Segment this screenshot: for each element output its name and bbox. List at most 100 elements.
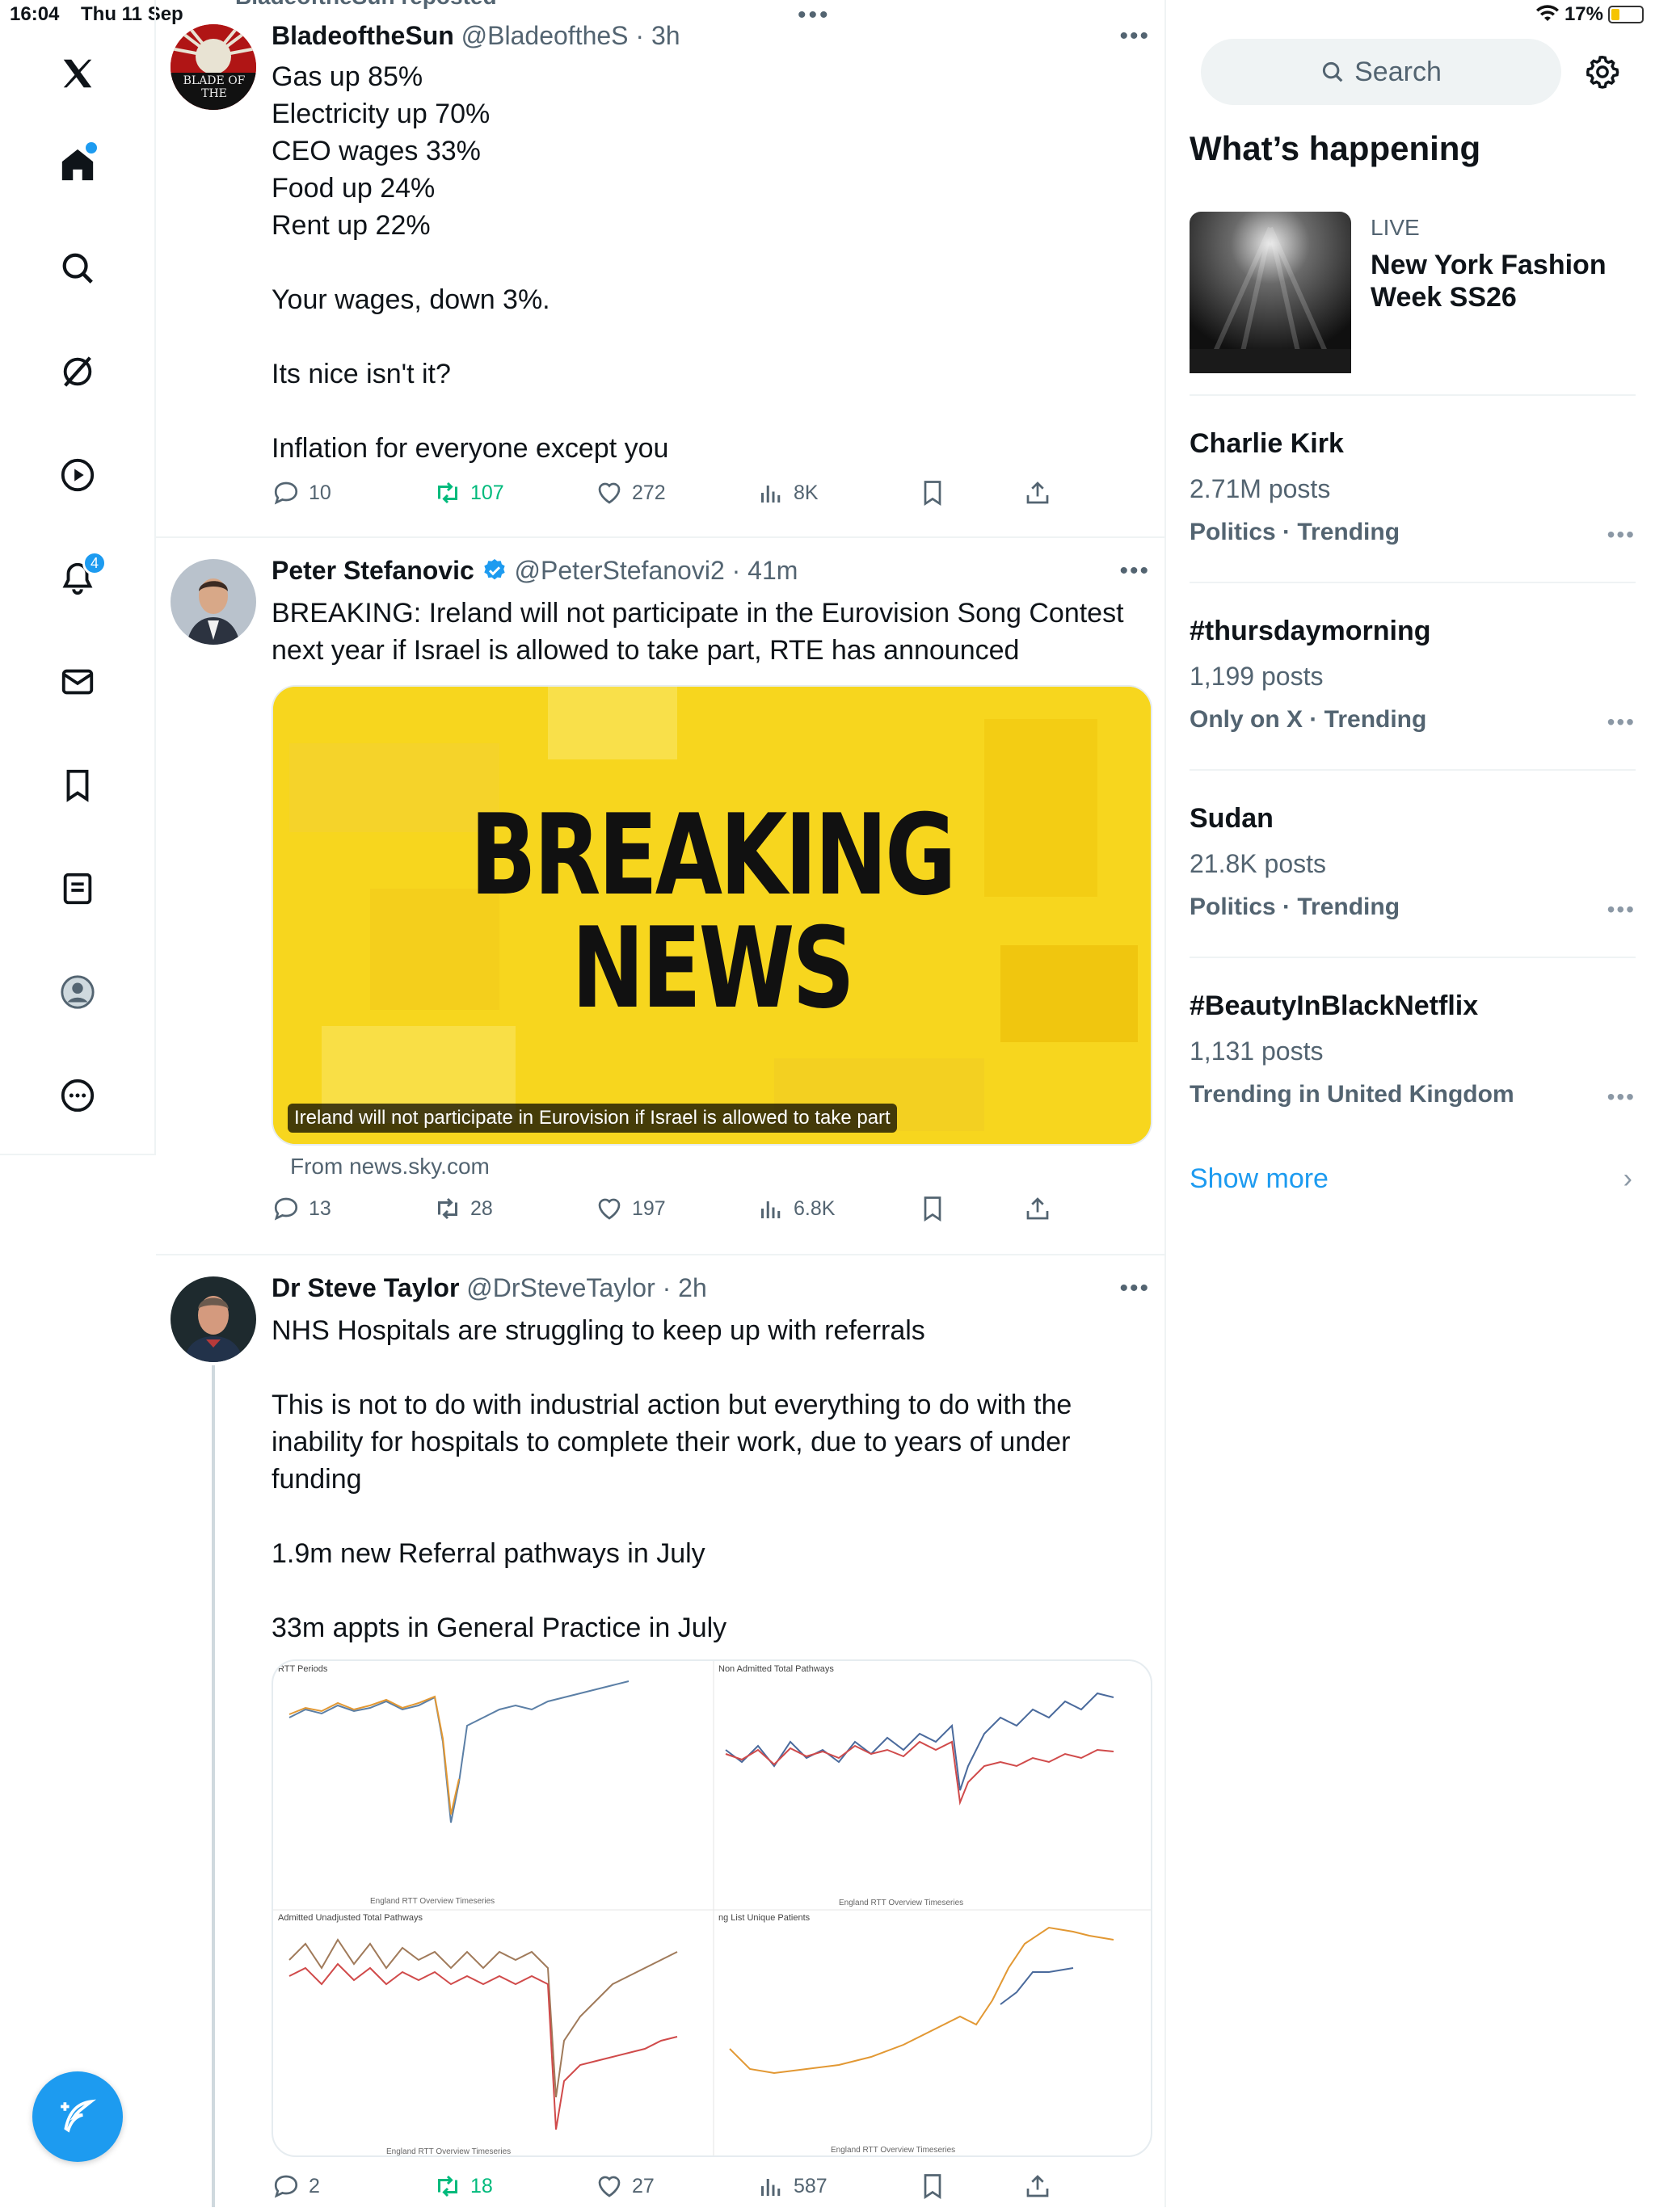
share-button[interactable] — [1023, 2172, 1052, 2201]
status-indicators: 17% — [1535, 3, 1644, 26]
views-button[interactable]: 6.8K — [756, 1194, 835, 1223]
tweet-more-icon[interactable]: ••• — [1119, 557, 1150, 585]
search-icon — [1323, 61, 1343, 82]
tweet-text: NHS Hospitals are struggling to keep up … — [272, 1315, 1072, 1643]
tweet-more-icon[interactable]: ••• — [1119, 1275, 1150, 1302]
like-button[interactable]: 27 — [595, 2172, 655, 2201]
compose-feather-icon — [61, 2099, 97, 2133]
bookmark-button[interactable] — [918, 1194, 947, 1223]
x-logo-icon[interactable] — [48, 44, 107, 103]
profile-icon[interactable] — [48, 963, 107, 1021]
heart-icon — [598, 2176, 621, 2197]
repost-button[interactable]: 28 — [433, 1194, 493, 1223]
search-icon[interactable] — [48, 239, 107, 297]
grok-icon[interactable] — [48, 343, 107, 401]
lists-icon[interactable] — [48, 860, 107, 918]
share-button[interactable] — [1023, 1194, 1052, 1223]
author-handle[interactable]: @BladeoftheS — [461, 21, 629, 50]
trend-category: Only on X · Trending — [1190, 706, 1427, 733]
trend-more-icon[interactable]: ••• — [1607, 897, 1636, 923]
chart-title-4: ng List Unique Patients — [718, 1913, 811, 1923]
video-icon[interactable] — [48, 446, 107, 504]
author-name[interactable]: Dr Steve Taylor — [272, 1273, 459, 1302]
trend-item[interactable]: Sudan 21.8K posts Politics · Trending ••… — [1190, 803, 1636, 923]
trend-more-icon[interactable]: ••• — [1607, 709, 1636, 735]
tweet-actions: 2 18 27 587 — [272, 2172, 1136, 2212]
bookmark-icon — [924, 1196, 941, 1222]
author-handle[interactable]: @DrSteveTaylor — [466, 1273, 655, 1302]
live-event-thumbnail — [1190, 212, 1351, 373]
tweet-time[interactable]: · 41m — [732, 556, 798, 585]
repost-button[interactable]: 18 — [433, 2172, 493, 2201]
tweet-header: Peter Stefanovic @PeterStefanovi2 · 41m — [272, 556, 798, 586]
chart-image[interactable]: RTT Periods Non Admitted Total Pathways … — [272, 1659, 1152, 2157]
trend-name: Charlie Kirk — [1190, 428, 1344, 459]
home-unread-dot — [86, 142, 97, 153]
tweet-time[interactable]: · 3h — [635, 21, 680, 50]
like-count: 197 — [632, 1196, 666, 1220]
share-icon — [1026, 1197, 1049, 1220]
repost-label: BladeoftheSun reposted — [235, 0, 497, 10]
like-count: 272 — [632, 481, 666, 504]
bookmark-button[interactable] — [918, 2172, 947, 2201]
tweet-actions: 13 28 197 6.8K — [272, 1194, 1136, 1234]
battery-icon — [1608, 6, 1644, 23]
views-button[interactable]: 587 — [756, 2172, 828, 2201]
tweet-more-icon[interactable]: ••• — [1119, 23, 1150, 50]
avatar[interactable] — [171, 559, 256, 645]
show-more-link[interactable]: Show more › — [1190, 1163, 1636, 1195]
trend-name: Sudan — [1190, 803, 1274, 834]
avatar[interactable] — [171, 1276, 256, 1362]
like-button[interactable]: 197 — [595, 1194, 666, 1223]
trend-category: Politics · Trending — [1190, 894, 1400, 920]
tweet-text: BREAKING: Ireland will not participate i… — [272, 598, 1131, 666]
card-source[interactable]: From news.sky.com — [290, 1154, 490, 1180]
trend-item[interactable]: #thursdaymorning 1,199 posts Only on X ·… — [1190, 616, 1636, 734]
notifications-icon[interactable]: 4 — [48, 549, 107, 608]
live-event[interactable]: LIVE New York Fashion Week SS26 — [1190, 212, 1636, 381]
reply-button[interactable]: 10 — [272, 478, 331, 507]
chart-image-graphic — [273, 1661, 1151, 2155]
show-more-label: Show more — [1190, 1163, 1329, 1194]
share-icon — [1026, 2175, 1049, 2197]
messages-icon[interactable] — [48, 653, 107, 711]
home-icon[interactable] — [48, 136, 107, 194]
thread-line — [212, 1365, 215, 2207]
compose-post-button[interactable] — [32, 2071, 123, 2162]
views-button[interactable]: 8K — [756, 478, 819, 507]
search-placeholder: Search — [1354, 56, 1442, 87]
heart-icon — [598, 1198, 621, 1220]
author-handle[interactable]: @PeterStefanovi2 — [515, 556, 725, 585]
card-headline-line-2: NEWS — [571, 903, 855, 1033]
settings-gear-icon[interactable] — [1584, 53, 1621, 90]
reply-button[interactable]: 2 — [272, 2172, 320, 2201]
avatar-text: BLADE OF THE — [183, 74, 246, 100]
trend-item[interactable]: #BeautyInBlackNetflix 1,131 posts Trendi… — [1190, 990, 1636, 1110]
repost-button[interactable]: 107 — [433, 478, 504, 507]
more-options-icon[interactable] — [48, 1066, 107, 1125]
author-name[interactable]: Peter Stefanovic — [272, 556, 474, 585]
search-input[interactable]: Search — [1201, 39, 1561, 105]
reply-button[interactable]: 13 — [272, 1194, 331, 1223]
avatar[interactable]: BLADE OF THE — [171, 24, 256, 110]
heart-icon — [598, 482, 621, 504]
trend-count: 1,199 posts — [1190, 662, 1324, 691]
like-button[interactable]: 272 — [595, 478, 666, 507]
share-button[interactable] — [1023, 478, 1052, 507]
bookmarks-icon[interactable] — [48, 756, 107, 814]
repost-count: 107 — [470, 481, 504, 504]
tweet-time[interactable]: · 2h — [663, 1273, 707, 1302]
chart-title-1: RTT Periods — [278, 1664, 328, 1674]
bookmark-button[interactable] — [918, 478, 947, 507]
reply-count: 13 — [309, 1196, 331, 1220]
trend-item[interactable]: Charlie Kirk 2.71M posts Politics · Tren… — [1190, 428, 1636, 548]
reply-icon — [274, 482, 298, 505]
repost-icon — [438, 482, 457, 504]
pull-handle-icon[interactable]: ••• — [798, 2, 831, 29]
trend-more-icon[interactable]: ••• — [1607, 522, 1636, 548]
trend-name: #BeautyInBlackNetflix — [1190, 990, 1479, 1021]
reply-count: 10 — [309, 481, 331, 504]
link-card[interactable]: BREAKING NEWS Ireland will not participa… — [272, 685, 1152, 1146]
author-name[interactable]: BladeoftheSun — [272, 21, 454, 50]
trend-more-icon[interactable]: ••• — [1607, 1084, 1636, 1110]
